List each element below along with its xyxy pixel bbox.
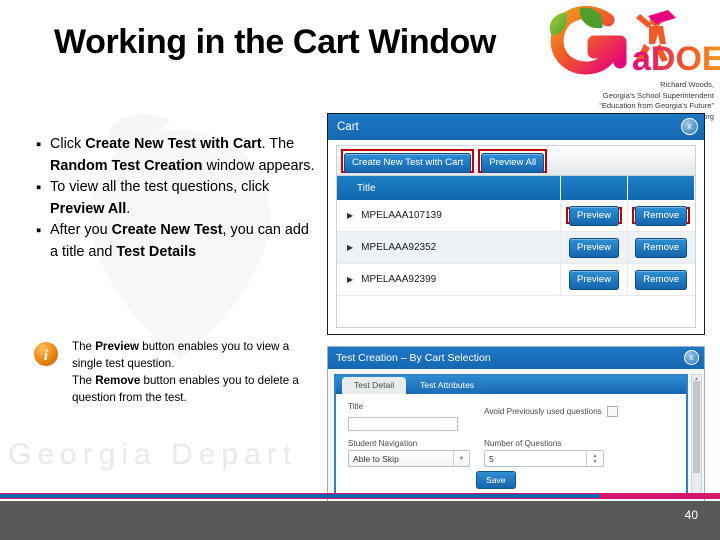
cell-title: ▶ MPELAAA92399 (337, 263, 561, 296)
table-row: ▶ MPELAAA107139 Preview Remove (337, 200, 695, 232)
bullet-marker-icon: ▪ (36, 179, 42, 196)
bullet-marker-icon: ▪ (36, 222, 42, 239)
cart-window-body: Create New Test with Cart Preview All Ti… (336, 145, 696, 328)
vertical-scrollbar[interactable]: ▲ (691, 374, 702, 496)
cart-window-titlebar: Cart x (328, 114, 704, 140)
page-title: Working in the Cart Window (54, 23, 496, 61)
bullet-text: After you Create New Test, you can add a… (50, 222, 309, 260)
remove-button[interactable]: Remove (635, 206, 688, 226)
bullet-marker-icon: ▪ (36, 136, 42, 153)
tab-test-attributes[interactable]: Test Attributes (408, 377, 487, 394)
cart-table-header-row: Title (337, 176, 695, 200)
preview-button[interactable]: Preview (568, 270, 620, 290)
student-navigation-select[interactable]: Able to Skip ▼ (348, 450, 470, 467)
row-expand-icon[interactable]: ▶ (347, 275, 353, 284)
bullet-item: ▪ Click Create New Test with Cart. The Ra… (28, 134, 318, 177)
number-of-questions-label: Number of Questions (484, 439, 562, 448)
row-expand-icon[interactable]: ▶ (347, 243, 353, 252)
avoid-previously-used-label: Avoid Previously used questions (484, 407, 602, 416)
cell-preview: Preview (560, 263, 628, 296)
test-creation-title: Test Creation – By Cart Selection (336, 352, 491, 364)
row-expand-icon[interactable]: ▶ (347, 211, 353, 220)
bullet-text: To view all the test questions, click Pr… (50, 179, 270, 217)
superintendent-title: Georgia's School Superintendent (602, 90, 714, 100)
preview-all-highlight: Preview All (478, 148, 548, 173)
chevron-down-icon[interactable]: ▼ (453, 451, 469, 466)
test-creation-tabs: Test Detail Test Attributes (336, 376, 686, 394)
footer-bar (0, 501, 720, 540)
test-creation-body: Test Detail Test Attributes Title Avoid … (334, 374, 688, 496)
close-icon[interactable]: x (681, 118, 698, 135)
student-navigation-value: Able to Skip (353, 453, 399, 464)
test-creation-window: Test Creation – By Cart Selection x Test… (327, 346, 705, 502)
cell-remove: Remove (627, 231, 695, 264)
number-of-questions-value: 5 (489, 453, 494, 464)
cart-toolbar: Create New Test with Cart Preview All (337, 146, 695, 176)
watermark-text: Georgia Depart (8, 438, 298, 471)
gadoe-logo: aDOE (536, 2, 720, 78)
info-note: i The Preview button enables you to view… (32, 338, 322, 406)
bullet-list: ▪ Click Create New Test with Cart. The Ra… (28, 134, 318, 263)
cart-window-title: Cart (337, 121, 359, 133)
cell-remove: Remove (627, 263, 695, 296)
info-note-text: The Preview button enables you to view a… (72, 338, 322, 406)
create-new-test-highlight: Create New Test with Cart (341, 148, 475, 173)
cell-title: ▶ MPELAAA92352 (337, 231, 561, 264)
title-field[interactable] (348, 416, 458, 431)
svg-text:aDOE: aDOE (632, 40, 720, 76)
save-button[interactable]: Save (476, 471, 516, 489)
cart-table: Title ▶ MPELAAA107139 Preview Remove ▶ MPELAA… (337, 176, 695, 296)
preview-button[interactable]: Preview (568, 206, 620, 226)
cell-remove: Remove (627, 200, 695, 232)
number-of-questions-stepper[interactable]: 5 ▲ ▼ (484, 450, 604, 467)
preview-all-button[interactable]: Preview All (481, 152, 545, 173)
cell-preview: Preview (560, 200, 628, 232)
spinner-arrows-icon[interactable]: ▲ ▼ (586, 451, 603, 466)
bullet-item: ▪ After you Create New Test, you can add … (28, 220, 318, 263)
column-header-remove (627, 176, 695, 200)
cell-title: ▶ MPELAAA107139 (337, 200, 561, 232)
bullet-text: Click Create New Test with Cart. The Ran… (50, 136, 315, 174)
test-creation-titlebar: Test Creation – By Cart Selection x (328, 347, 704, 369)
bullet-item: ▪ To view all the test questions, click P… (28, 177, 318, 220)
avoid-previously-used-checkbox[interactable] (606, 406, 618, 417)
create-new-test-with-cart-button[interactable]: Create New Test with Cart (344, 152, 472, 173)
info-icon: i (34, 342, 58, 366)
test-detail-form: Title Avoid Previously used questions St… (336, 394, 686, 494)
table-row: ▶ MPELAAA92352 Preview Remove (337, 231, 695, 264)
tagline: “Education from Georgia’s Future” (599, 101, 714, 110)
info-note-line: The Preview button enables you to view a… (72, 340, 290, 370)
tab-test-detail[interactable]: Test Detail (342, 377, 407, 394)
info-note-line: The Remove button enables you to delete … (72, 374, 299, 404)
blue-accent-bar (0, 494, 600, 498)
preview-highlight: Preview (565, 206, 623, 226)
scrollbar-thumb[interactable] (693, 381, 700, 473)
slide-root: Georgia Depart aDOE Richard Woods, Georg… (0, 0, 720, 540)
column-header-title: Title (337, 176, 561, 200)
title-label: Title (348, 402, 364, 411)
preview-button[interactable]: Preview (568, 238, 620, 258)
table-row: ▶ MPELAAA92399 Preview Remove (337, 263, 695, 296)
student-navigation-label: Student Navigation (348, 439, 418, 448)
remove-button[interactable]: Remove (635, 238, 688, 258)
remove-highlight: Remove (632, 206, 691, 226)
superintendent-name: Richard Woods, (660, 80, 714, 89)
cell-preview: Preview (560, 231, 628, 264)
page-number: 40 (684, 508, 698, 522)
cart-window: Cart x Create New Test with Cart Preview… (327, 113, 705, 335)
column-header-preview (560, 176, 628, 200)
close-icon[interactable]: x (684, 350, 699, 365)
remove-button[interactable]: Remove (635, 270, 688, 290)
